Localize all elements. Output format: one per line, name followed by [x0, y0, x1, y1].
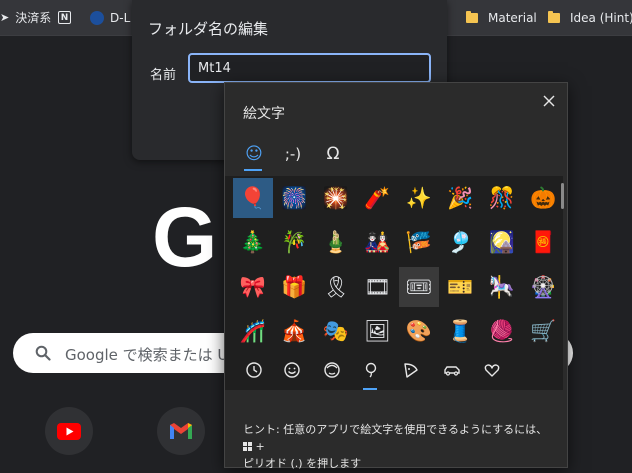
- emoji-cell[interactable]: 🎀: [233, 267, 273, 307]
- emoji-cell[interactable]: 🎁: [275, 267, 315, 307]
- bookmark-idea[interactable]: Idea (Hint): [548, 0, 632, 35]
- tab-emoji[interactable]: ☺: [239, 139, 269, 169]
- emoji-cell[interactable]: 🎐: [441, 223, 481, 263]
- shortcut-gmail[interactable]: [157, 407, 205, 455]
- smiley-icon: [284, 362, 300, 378]
- search-icon: [35, 345, 51, 361]
- search-placeholder: Google で検索または U: [65, 346, 229, 364]
- folder-icon: [548, 10, 560, 23]
- emoji-cell[interactable]: 🎇: [316, 178, 356, 218]
- emoji-cell[interactable]: 🧵: [441, 312, 481, 352]
- emoji-cell[interactable]: 🎪: [275, 312, 315, 352]
- emoji-cell[interactable]: 🛒: [524, 312, 564, 352]
- google-logo: G: [152, 190, 218, 284]
- gmail-icon: [170, 423, 192, 439]
- bookmark-dl[interactable]: D-L: [90, 0, 130, 35]
- emoji-cell[interactable]: 🎭: [316, 312, 356, 352]
- folder-name-input[interactable]: [188, 53, 431, 83]
- name-label: 名前: [150, 68, 177, 83]
- emoji-panel: 絵文字 ☺ ;-) Ω 🎈 🎆 🎇 🧨 ✨ 🎉 🎊 🎃 🎄 🎋 🎍 🎎 🎏 🎐 🎑 🧧 🎀 🎁 🎗 🎞 🎟 🎫 🎠 🎡 🎢 🎪 🎭 🖼…: [224, 82, 568, 470]
- emoji-panel-title: 絵文字: [243, 106, 285, 122]
- bookmark-label: 決済系: [15, 11, 52, 25]
- emoji-cell[interactable]: 🎗: [316, 267, 356, 307]
- active-category-indicator: [363, 388, 377, 390]
- emoji-cell[interactable]: 🎠: [482, 267, 522, 307]
- bookmark-material[interactable]: Material: [466, 0, 537, 35]
- category-travel[interactable]: [437, 356, 467, 384]
- tab-symbols[interactable]: Ω: [318, 139, 348, 169]
- emoji-cell[interactable]: 🎫: [441, 267, 481, 307]
- category-food[interactable]: [396, 356, 426, 384]
- emoji-cell[interactable]: 🧧: [524, 223, 564, 263]
- emoji-cell[interactable]: 🎍: [316, 223, 356, 263]
- smiley-icon: ☺: [245, 144, 263, 164]
- bookmark-payments[interactable]: ➤ 決済系: [0, 0, 51, 35]
- category-smileys[interactable]: [277, 356, 307, 384]
- hint-line-1: ヒント: 任意のアプリで絵文字を使用できるようにするには、: [243, 423, 548, 436]
- clock-icon: [246, 362, 262, 378]
- dialog-title: フォルダ名の編集: [148, 20, 269, 38]
- hint-text: ヒント: 任意のアプリで絵文字を使用できるようにするには、 + ピリオド (.)…: [243, 421, 553, 472]
- emoji-cell[interactable]: 🧶: [482, 312, 522, 352]
- car-icon: [444, 366, 460, 376]
- close-icon[interactable]: [540, 92, 558, 110]
- emoji-cell[interactable]: 🎋: [275, 223, 315, 263]
- emoji-cell[interactable]: 🎏: [399, 223, 439, 263]
- category-activities[interactable]: [356, 356, 386, 384]
- active-tab-indicator: [244, 169, 262, 171]
- notion-icon: N: [58, 11, 71, 24]
- shortcut-youtube[interactable]: [45, 407, 93, 455]
- emoji-category-bar: [225, 352, 563, 390]
- kaomoji-tab-label: ;-): [284, 145, 302, 163]
- omega-icon: Ω: [326, 144, 340, 164]
- folder-icon: [466, 10, 478, 23]
- pizza-icon: [404, 363, 418, 378]
- bookmark-notion[interactable]: N: [58, 0, 71, 35]
- hint-line-2: ピリオド (.) を押します: [243, 457, 362, 470]
- emoji-cell[interactable]: 🎈: [233, 178, 273, 218]
- bookmark-label: Material: [488, 10, 537, 25]
- emoji-grid: 🎈🎆🎇🧨✨🎉🎊🎃🎄🎋🎍🎎🎏🎐🎑🧧🎀🎁🎗🎞🎟🎫🎠🎡🎢🎪🎭🖼🎨🧵🧶🛒👓🕶🦺🥽🥼🦺👔👕: [225, 176, 563, 352]
- scrollbar[interactable]: [561, 183, 564, 209]
- emoji-cell[interactable]: ✨: [399, 178, 439, 218]
- emoji-cell[interactable]: 🎡: [524, 267, 564, 307]
- category-symbols[interactable]: [477, 356, 507, 384]
- emoji-cell[interactable]: 🎊: [482, 178, 522, 218]
- emoji-cell[interactable]: 🎃: [524, 178, 564, 218]
- emoji-cell[interactable]: 🎎: [358, 223, 398, 263]
- bookmark-label: Idea (Hint): [570, 10, 632, 25]
- person-icon: [324, 362, 340, 378]
- hint-plus: +: [255, 440, 265, 453]
- dl-icon: [90, 10, 104, 25]
- emoji-cell[interactable]: 🎨: [399, 312, 439, 352]
- emoji-cell[interactable]: 🎉: [441, 178, 481, 218]
- emoji-cell[interactable]: 🎞: [358, 267, 398, 307]
- arrow-icon: ➤: [0, 11, 10, 24]
- youtube-icon: [57, 422, 81, 440]
- category-recent[interactable]: [239, 356, 269, 384]
- emoji-cell[interactable]: 🎟: [399, 267, 439, 307]
- heart-icon: [484, 364, 500, 377]
- windows-key-icon: [243, 442, 252, 451]
- emoji-cell[interactable]: 🎑: [482, 223, 522, 263]
- category-people[interactable]: [317, 356, 347, 384]
- emoji-cell[interactable]: 🖼: [358, 312, 398, 352]
- emoji-cell[interactable]: 🎄: [233, 223, 273, 263]
- emoji-cell[interactable]: 🎆: [275, 178, 315, 218]
- tab-kaomoji[interactable]: ;-): [278, 139, 308, 169]
- bookmark-label: D-L: [110, 10, 131, 25]
- activity-icon: [365, 362, 377, 378]
- emoji-cell[interactable]: 🎢: [233, 312, 273, 352]
- emoji-cell[interactable]: 🧨: [358, 178, 398, 218]
